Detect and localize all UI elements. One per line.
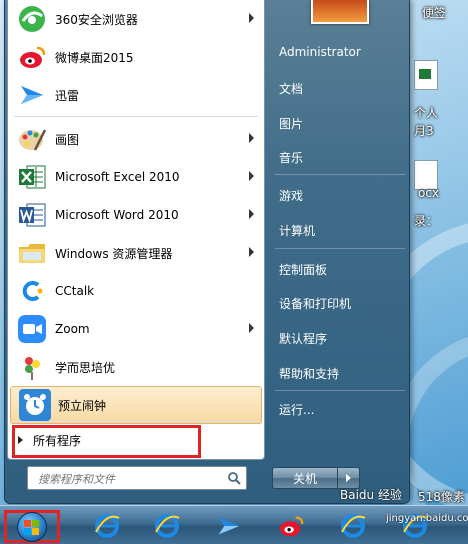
taskbar-ie-icon[interactable]	[338, 511, 368, 541]
right-divider	[275, 174, 405, 175]
windows-logo-icon	[17, 511, 47, 542]
desktop-icon-label[interactable]: ocx	[418, 186, 439, 200]
right-item-default-programs[interactable]: 默认程序	[271, 325, 411, 351]
menu-item-label: 预立闹钟	[58, 398, 107, 413]
desktop-icon-label[interactable]: 月3	[414, 122, 434, 139]
annotation-highlight-box	[12, 425, 201, 458]
menu-item-cctalk[interactable]: CCtalk	[8, 272, 264, 310]
menu-item-label: CCtalk	[55, 284, 95, 298]
weibo-icon	[16, 41, 48, 73]
menu-item-label: 微博桌面2015	[55, 50, 134, 65]
menu-item-360-browser[interactable]: 360安全浏览器	[8, 0, 264, 38]
menu-item-label: 迅雷	[55, 88, 80, 103]
submenu-arrow-icon	[249, 13, 254, 23]
menu-item-explorer[interactable]: Windows 资源管理器	[8, 234, 264, 272]
excel-file-icon[interactable]	[414, 60, 438, 90]
xunlei-icon	[16, 79, 48, 111]
menu-item-label: Microsoft Excel 2010	[55, 170, 180, 184]
menu-item-label: Windows 资源管理器	[55, 246, 173, 261]
start-menu: 360安全浏览器 微博桌面2015 迅雷 画图 Microsoft Excel …	[4, 0, 410, 504]
start-button[interactable]	[4, 510, 60, 543]
right-divider	[275, 390, 405, 391]
alarm-clock-icon	[19, 389, 51, 421]
search-box[interactable]	[27, 466, 247, 490]
desktop-icon-label: 518像素	[418, 490, 465, 504]
menu-item-label: Microsoft Word 2010	[55, 208, 179, 222]
menu-item-weibo[interactable]: 微博桌面2015	[8, 38, 264, 76]
right-item-help-support[interactable]: 帮助和支持	[271, 360, 411, 386]
menu-item-excel[interactable]: Microsoft Excel 2010	[8, 158, 264, 196]
baidu-watermark-url: jingyan.baidu.com	[386, 513, 468, 524]
desktop-icon-label[interactable]: 便签	[422, 4, 446, 21]
excel-icon	[16, 161, 48, 193]
paint-icon	[16, 123, 48, 155]
user-avatar[interactable]	[311, 0, 369, 24]
right-item-documents[interactable]: 文档	[271, 75, 411, 101]
menu-item-xueersi[interactable]: 学而思培优	[8, 348, 264, 386]
right-item-pictures[interactable]: 图片	[271, 110, 411, 136]
right-divider	[275, 248, 405, 249]
menu-item-label: Zoom	[55, 322, 90, 336]
menu-item-zoom[interactable]: Zoom	[8, 310, 264, 348]
explorer-folder-icon	[16, 237, 48, 269]
cctalk-icon	[16, 275, 48, 307]
start-menu-programs-pane: 360安全浏览器 微博桌面2015 迅雷 画图 Microsoft Excel …	[7, 0, 265, 460]
menu-item-label: 360安全浏览器	[55, 12, 138, 27]
right-item-run[interactable]: 运行...	[271, 396, 411, 422]
taskbar-weibo-icon[interactable]	[276, 511, 306, 541]
taskbar-ie-icon[interactable]	[152, 511, 182, 541]
menu-divider	[14, 116, 258, 117]
desktop-icon-label[interactable]: 个人	[414, 104, 438, 121]
submenu-arrow-icon	[249, 209, 254, 219]
right-item-administrator[interactable]: Administrator	[271, 39, 411, 65]
360-browser-icon	[16, 3, 48, 35]
right-item-music[interactable]: 音乐	[271, 144, 411, 170]
right-item-devices-printers[interactable]: 设备和打印机	[271, 290, 411, 316]
desktop-icon-label[interactable]: 录：	[414, 212, 438, 229]
submenu-arrow-icon	[249, 247, 254, 257]
search-input[interactable]	[36, 468, 224, 490]
search-icon[interactable]	[227, 471, 241, 485]
submenu-arrow-icon	[249, 171, 254, 181]
menu-item-paint[interactable]: 画图	[8, 120, 264, 158]
right-item-games[interactable]: 游戏	[271, 182, 411, 208]
menu-item-xunlei[interactable]: 迅雷	[8, 76, 264, 114]
program-list: 360安全浏览器 微博桌面2015 迅雷 画图 Microsoft Excel …	[8, 0, 264, 424]
menu-item-alarm-clock[interactable]: 预立闹钟	[10, 386, 262, 424]
menu-divider	[14, 421, 258, 422]
menu-item-label: 画图	[55, 132, 80, 147]
submenu-arrow-icon	[249, 323, 254, 333]
submenu-arrow-icon	[249, 133, 254, 143]
menu-item-label: 学而思培优	[55, 360, 116, 375]
shutdown-button[interactable]: 关机	[272, 467, 338, 489]
right-item-control-panel[interactable]: 控制面板	[271, 256, 411, 282]
menu-item-word[interactable]: Microsoft Word 2010	[8, 196, 264, 234]
taskbar-xunlei-icon[interactable]	[214, 511, 244, 541]
taskbar-ie-icon[interactable]	[92, 511, 122, 541]
zoom-icon	[16, 313, 48, 345]
right-item-computer[interactable]: 计算机	[271, 217, 411, 243]
word-icon	[16, 199, 48, 231]
xueersi-icon	[16, 351, 48, 383]
baidu-watermark: Baidu 经验	[340, 488, 402, 502]
